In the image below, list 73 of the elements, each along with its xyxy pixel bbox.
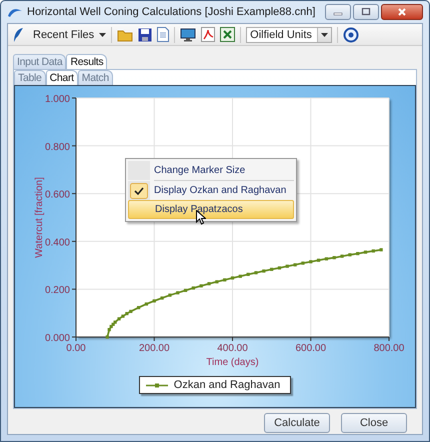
close-icon — [397, 8, 407, 16]
y-axis-title: Watercut [fraction] — [34, 177, 44, 258]
dialog-button[interactable]: Close — [341, 413, 407, 433]
data-point — [136, 306, 140, 310]
data-point — [277, 266, 281, 270]
data-point — [206, 282, 210, 286]
data-point — [222, 278, 226, 282]
recent-files-button[interactable]: Recent Files — [29, 28, 94, 40]
data-point — [238, 274, 242, 278]
y-tick-label: 0.400 — [44, 237, 70, 248]
x-tick-label: 600.00 — [294, 343, 326, 354]
data-point — [246, 272, 250, 276]
tab[interactable]: Results — [66, 54, 108, 69]
data-point — [144, 302, 148, 306]
window-title: Horizontal Well Coning Calculations [Joshi Example88.cnh] — [27, 6, 316, 18]
data-point — [348, 253, 351, 256]
data-point — [270, 268, 273, 271]
data-point — [300, 262, 304, 265]
data-point — [152, 299, 156, 302]
dropdown-arrow-icon[interactable] — [99, 32, 106, 36]
y-tick-label: 0.600 — [44, 190, 70, 201]
x-axis-title: Time (days) — [206, 357, 258, 368]
data-point — [332, 256, 336, 260]
dialog-button[interactable]: Calculate — [264, 413, 330, 433]
data-point — [262, 269, 265, 273]
y-tick-label: 1.000 — [44, 94, 70, 105]
y-tick-label: 0.200 — [44, 285, 70, 296]
caret-icon — [321, 32, 328, 36]
data-point — [293, 263, 296, 266]
data-point — [160, 296, 164, 300]
data-point — [356, 252, 359, 256]
x-tick-label: 800.00 — [373, 343, 404, 354]
maximize-button[interactable] — [353, 4, 379, 20]
x-tick-label: 400.00 — [216, 343, 248, 354]
feather-icon[interactable] — [12, 26, 24, 42]
data-point — [183, 288, 187, 292]
pdf-icon[interactable] — [201, 27, 216, 42]
minimize-button[interactable] — [325, 4, 351, 20]
legend-label: Ozkan and Raghavan — [174, 379, 280, 391]
y-tick-label: 0.800 — [44, 142, 70, 153]
power-icon[interactable] — [343, 26, 360, 42]
menu-item[interactable]: Display Ozkan and Raghavan — [128, 181, 294, 200]
close-button[interactable] — [381, 4, 423, 20]
data-point — [254, 271, 258, 274]
data-point — [316, 258, 320, 262]
data-point — [324, 257, 328, 260]
units-dropdown[interactable]: Oilfield Units — [246, 26, 332, 42]
tab[interactable]: Chart — [46, 70, 78, 85]
data-point — [105, 335, 108, 339]
x-tick-label: 0.00 — [66, 343, 86, 354]
data-point — [191, 286, 194, 290]
x-tick-label: 200.00 — [138, 343, 170, 354]
data-point — [168, 294, 171, 297]
spreadsheet-icon[interactable] — [220, 27, 236, 42]
document-icon[interactable] — [157, 27, 170, 42]
folder-icon[interactable] — [117, 28, 134, 42]
data-point — [230, 276, 234, 280]
menu-item[interactable]: Display Papatzacos — [128, 200, 294, 219]
wave-icon — [7, 6, 23, 18]
maximize-icon — [361, 8, 371, 16]
data-point — [308, 260, 312, 264]
save-icon[interactable] — [138, 28, 152, 42]
data-point — [214, 280, 218, 284]
data-point — [199, 284, 202, 288]
monitor-icon[interactable] — [180, 28, 196, 42]
data-point — [285, 264, 288, 268]
data-point — [176, 291, 179, 294]
data-point — [379, 248, 382, 252]
menu-item[interactable]: Change Marker Size — [128, 161, 294, 180]
data-point — [340, 254, 344, 258]
y-tick-label: 0.000 — [44, 333, 70, 344]
data-point — [371, 249, 374, 253]
data-point — [363, 250, 367, 254]
